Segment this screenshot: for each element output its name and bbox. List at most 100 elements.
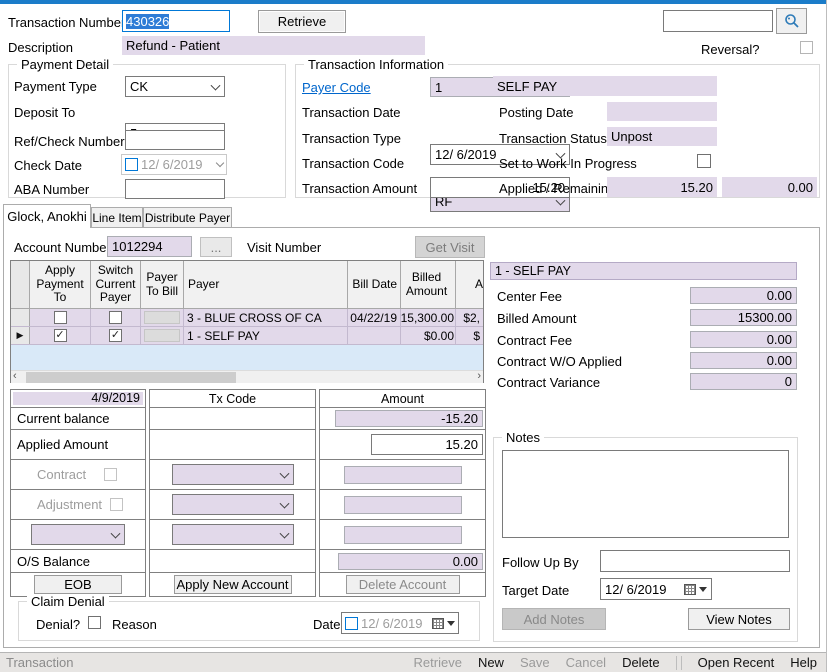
check-date-picker[interactable]: 12/ 6/2019	[121, 154, 227, 175]
grid-col-billed-amount[interactable]: Billed Amount	[401, 261, 456, 308]
switch-payer-checkbox[interactable]: ✓	[109, 329, 122, 342]
target-date-picker[interactable]: 12/ 6/2019	[600, 578, 712, 600]
payer-name-field: SELF PAY	[493, 76, 717, 96]
tab-line-item[interactable]: Line Item	[91, 207, 143, 228]
switch-cell[interactable]: ✓	[91, 327, 141, 344]
grid-h-scrollbar[interactable]: ‹ ›	[11, 370, 483, 383]
denial-date-value: 12/ 6/2019	[361, 616, 422, 631]
contract-label: Contract	[11, 467, 86, 482]
grid-col-switch[interactable]: Switch Current Payer	[91, 261, 141, 308]
aba-number-input[interactable]	[125, 179, 225, 199]
tab-patient-label: Glock, Anokhi	[7, 209, 87, 224]
grid-col-payer[interactable]: Payer	[184, 261, 348, 308]
bill-date-cell[interactable]: 04/22/19	[348, 309, 401, 326]
reason-label: Reason	[112, 617, 157, 632]
follow-up-by-label: Follow Up By	[502, 555, 579, 570]
payer-name-cell[interactable]: 3 - BLUE CROSS OF CA	[184, 309, 348, 326]
grid-col-payer-to-bill[interactable]: Payer To Bill	[141, 261, 184, 308]
extra-row-select[interactable]	[31, 524, 125, 545]
description-field: Refund - Patient	[122, 36, 425, 55]
payer-to-bill-button[interactable]	[144, 329, 180, 342]
posting-date-label: Posting Date	[499, 105, 573, 120]
view-notes-button[interactable]: View Notes	[688, 608, 790, 630]
applied-amount-input[interactable]	[371, 434, 483, 455]
payer-row[interactable]: ▶ ✓ ✓ 1 - SELF PAY $0.00 $	[11, 327, 483, 345]
retrieve-button[interactable]: Retrieve	[258, 10, 346, 33]
switch-cell[interactable]	[91, 309, 141, 326]
notes-textarea[interactable]	[502, 450, 789, 538]
ref-check-number-input[interactable]	[125, 130, 225, 150]
row-marker[interactable]	[11, 309, 30, 326]
account-number-label: Account Number	[14, 240, 111, 255]
statusbar-help-button[interactable]: Help	[790, 655, 817, 670]
partial-amount-cell[interactable]: $	[456, 327, 483, 344]
statusbar-retrieve-button[interactable]: Retrieve	[414, 655, 462, 670]
apply-cell[interactable]: ✓	[30, 327, 91, 344]
apply-payment-checkbox[interactable]	[54, 311, 67, 324]
contract-checkbox[interactable]	[104, 468, 117, 481]
switch-payer-checkbox[interactable]	[109, 311, 122, 324]
wip-label: Set to Work In Progress	[499, 156, 637, 171]
calendar-icon	[684, 584, 696, 595]
billed-amount-cell[interactable]: $15,300.00	[401, 309, 456, 326]
denial-date-label: Date	[313, 617, 340, 632]
denial-date-picker[interactable]: 12/ 6/2019	[341, 612, 459, 634]
ref-check-number-label: Ref/Check Number	[14, 134, 125, 149]
payer-row[interactable]: 3 - BLUE CROSS OF CA 04/22/19 $15,300.00…	[11, 309, 483, 327]
grid-col-bill-date[interactable]: Bill Date	[348, 261, 401, 308]
search-button[interactable]	[776, 8, 807, 34]
payment-type-select[interactable]: CK	[125, 76, 225, 97]
billed-amount-cell[interactable]: $0.00	[401, 327, 456, 344]
apply-cell[interactable]	[30, 309, 91, 326]
grid-col-apply[interactable]: Apply Payment To	[30, 261, 91, 308]
current-balance-label: Current balance	[11, 411, 110, 426]
contract-txcode-select[interactable]	[172, 464, 294, 485]
target-date-value: 12/ 6/2019	[605, 582, 666, 597]
partial-amount-cell[interactable]: $2,	[456, 309, 483, 326]
get-visit-button[interactable]: Get Visit	[415, 236, 485, 258]
statusbar-save-button[interactable]: Save	[520, 655, 550, 670]
current-row-marker[interactable]: ▶	[11, 327, 30, 344]
tab-patient[interactable]: Glock, Anokhi	[3, 204, 91, 228]
payer-to-bill-cell[interactable]	[141, 327, 184, 344]
date-header-cell: 4/9/2019	[13, 392, 143, 405]
statusbar-new-button[interactable]: New	[478, 655, 504, 670]
tab-distribute-payer[interactable]: Distribute Payer	[143, 207, 232, 228]
chevron-down-icon	[279, 468, 289, 478]
delete-account-button[interactable]: Delete Account	[346, 575, 460, 594]
grid-col-partial[interactable]: A	[456, 261, 483, 308]
center-fee-field: 0.00	[690, 287, 797, 304]
denial-checkbox[interactable]	[88, 616, 101, 629]
scroll-left-arrow-icon[interactable]: ‹	[13, 370, 17, 382]
scroll-thumb[interactable]	[26, 372, 236, 383]
payer-to-bill-button[interactable]	[144, 311, 180, 324]
payer-code-link[interactable]: Payer Code	[302, 80, 371, 95]
denial-date-checkbox[interactable]	[345, 617, 358, 630]
wip-checkbox[interactable]	[697, 154, 711, 168]
adjustment-txcode-select[interactable]	[172, 494, 294, 515]
search-input[interactable]	[663, 10, 773, 32]
follow-up-by-input[interactable]	[600, 550, 790, 572]
extra-txcode-select[interactable]	[172, 524, 294, 545]
statusbar-cancel-button[interactable]: Cancel	[566, 655, 606, 670]
apply-table-txcode-column: Tx Code Apply New Account	[149, 389, 316, 597]
contract-wo-applied-field: 0.00	[690, 352, 797, 369]
apply-payment-checkbox[interactable]: ✓	[54, 329, 67, 342]
statusbar-open-recent-button[interactable]: Open Recent	[698, 655, 775, 670]
check-date-checkbox[interactable]	[125, 158, 138, 171]
transaction-number-input[interactable]: 430326	[122, 10, 230, 32]
reversal-checkbox[interactable]	[800, 41, 813, 54]
payer-to-bill-cell[interactable]	[141, 309, 184, 326]
adjustment-checkbox[interactable]	[110, 498, 123, 511]
statusbar-delete-button[interactable]: Delete	[622, 655, 660, 670]
payment-type-value: CK	[130, 79, 148, 94]
search-icon	[784, 13, 800, 29]
browse-account-button[interactable]: ...	[200, 237, 232, 257]
payer-name-cell[interactable]: 1 - SELF PAY	[184, 327, 348, 344]
eob-button[interactable]: EOB	[34, 575, 122, 594]
add-notes-button[interactable]: Add Notes	[502, 608, 606, 630]
contract-variance-field: 0	[690, 373, 797, 390]
bill-date-cell[interactable]	[348, 327, 401, 344]
apply-new-account-button[interactable]: Apply New Account	[174, 575, 292, 594]
scroll-right-arrow-icon[interactable]: ›	[477, 370, 481, 382]
